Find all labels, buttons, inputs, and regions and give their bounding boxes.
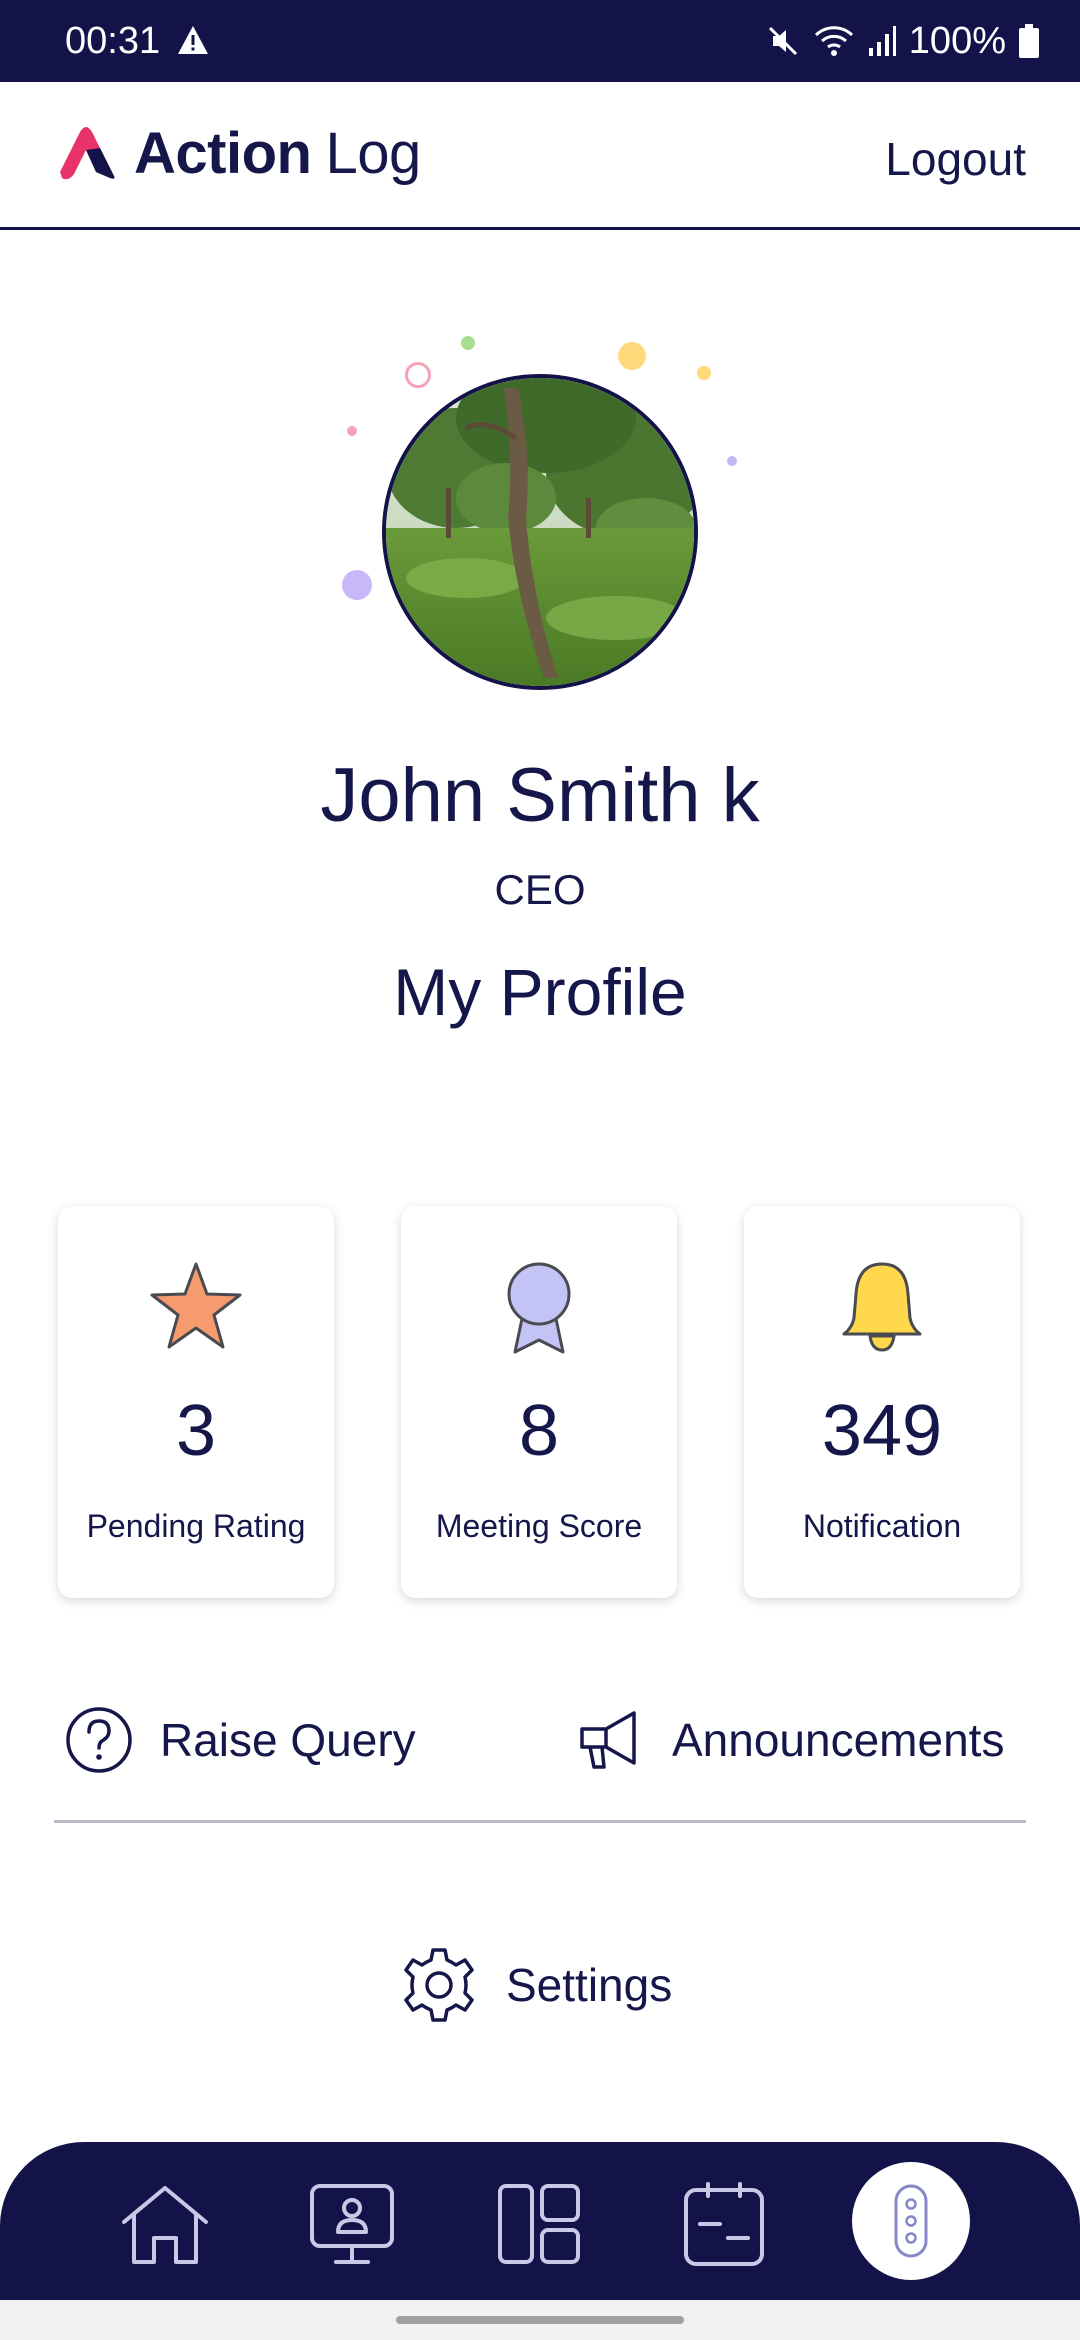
gear-icon: [404, 1948, 474, 2022]
stat-value: 3: [175, 1391, 217, 1471]
notification-card[interactable]: 349 Notification: [744, 1206, 1020, 1598]
home-icon: [122, 2186, 208, 2264]
confetti-dot: [461, 336, 475, 350]
dashboard-icon: [498, 2184, 580, 2264]
wifi-icon: [814, 26, 853, 56]
megaphone-icon: [580, 1711, 636, 1769]
status-icons: 100%: [765, 18, 1040, 64]
logo-icon: [60, 127, 115, 180]
mute-icon: [768, 26, 797, 56]
confetti-dot: [697, 366, 711, 380]
settings-button[interactable]: Settings: [398, 1944, 672, 2026]
app-header: Action Log Logout: [0, 82, 1080, 230]
logo-log-text: Log: [325, 121, 421, 186]
profile-role: CEO: [494, 866, 586, 913]
nav-meetings[interactable]: [306, 2180, 400, 2268]
calendar-icon: [684, 2182, 764, 2266]
status-time: 00:31: [65, 20, 161, 62]
profile-avatar[interactable]: [382, 374, 698, 690]
settings-label: Settings: [506, 1959, 673, 2011]
confetti-dot: [618, 342, 646, 370]
app-logo: Action Log: [134, 120, 421, 187]
stat-label: Pending Rating: [86, 1508, 306, 1544]
stat-label: Notification: [802, 1508, 962, 1544]
profile-name: John Smith k: [320, 753, 760, 838]
gesture-area: [0, 2300, 1080, 2340]
divider: [54, 1820, 1026, 1823]
nav-home[interactable]: [118, 2180, 212, 2268]
star-icon: [150, 1262, 242, 1349]
confetti-dot: [347, 426, 357, 436]
gesture-bar[interactable]: [396, 2316, 684, 2324]
nav-more[interactable]: [852, 2162, 970, 2280]
announcements-label: Announcements: [672, 1714, 1005, 1766]
meeting-score-card[interactable]: 8 Meeting Score: [401, 1206, 677, 1598]
stat-value: 349: [821, 1391, 943, 1471]
page-title: My Profile: [393, 955, 687, 1029]
raise-query-button[interactable]: Raise Query: [64, 1700, 416, 1780]
battery-percent: 100%: [908, 19, 1006, 62]
bottom-nav: [0, 2142, 1080, 2300]
announcements-button[interactable]: Announcements: [576, 1700, 1004, 1780]
logout-button[interactable]: Logout: [885, 132, 1026, 186]
confetti-dot: [405, 362, 431, 388]
nav-calendar[interactable]: [678, 2180, 772, 2268]
help-circle-icon: [66, 1707, 132, 1773]
stat-label: Meeting Score: [435, 1508, 643, 1544]
logo-action-text: Action: [134, 121, 312, 186]
signal-icon: [868, 26, 896, 56]
bell-icon: [842, 1262, 922, 1352]
award-ribbon-icon: [507, 1262, 571, 1354]
status-bar: 00:31 100%: [0, 0, 1080, 82]
nav-dashboard[interactable]: [492, 2180, 586, 2268]
raise-query-label: Raise Query: [160, 1714, 416, 1766]
confetti-dot: [727, 456, 737, 466]
confetti-dot: [342, 570, 372, 600]
pending-rating-card[interactable]: 3 Pending Rating: [58, 1206, 334, 1598]
more-vertical-icon: [894, 2184, 928, 2258]
battery-icon: [1019, 24, 1039, 58]
profile-avatar-area: [0, 310, 1080, 710]
presentation-icon: [310, 2184, 394, 2264]
stat-value: 8: [518, 1391, 560, 1471]
avatar-photo: [386, 378, 694, 686]
warning-icon: [178, 26, 208, 54]
